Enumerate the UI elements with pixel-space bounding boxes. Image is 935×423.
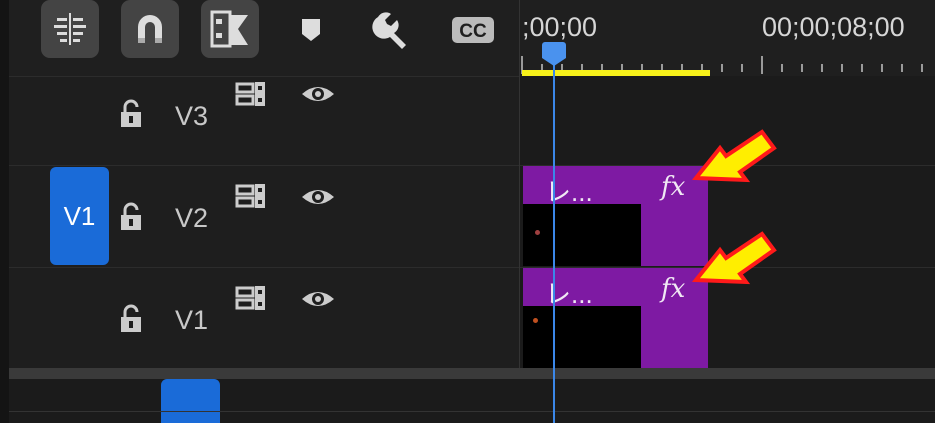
- fx-badge[interactable]: fx: [661, 172, 685, 202]
- source-patch-v1[interactable]: V1: [50, 167, 109, 265]
- toggle-track-output-eye-icon[interactable]: [300, 186, 336, 208]
- panel-left-edge: [0, 0, 9, 423]
- sync-lock-icon[interactable]: [235, 81, 269, 107]
- lock-track-icon[interactable]: [119, 304, 143, 334]
- track-header-v3[interactable]: V3: [9, 76, 520, 166]
- clip-thumbnail: [523, 204, 641, 266]
- clip-thumbnail: [523, 306, 641, 368]
- track-label: V1: [175, 305, 209, 335]
- snap-button[interactable]: [121, 0, 179, 58]
- linked-selection-button[interactable]: [201, 0, 259, 58]
- playhead-line[interactable]: [553, 65, 555, 423]
- timeline-settings-wrench-icon: [372, 12, 406, 49]
- source-patch-audio[interactable]: [161, 379, 220, 423]
- timeline-toolbar: CC: [9, 0, 520, 76]
- lock-track-icon[interactable]: [119, 202, 143, 232]
- time-ruler[interactable]: ;00;00 00;00;08;00: [520, 0, 935, 76]
- captions-button[interactable]: CC: [451, 10, 495, 50]
- track-header-v1[interactable]: V1: [9, 267, 520, 369]
- timeline-tracks-area[interactable]: レ... fx レ... fx: [520, 76, 935, 376]
- add-marker-icon: [302, 19, 320, 41]
- track-separator: [9, 411, 935, 412]
- annotation-arrow-icon: [691, 129, 777, 183]
- fx-badge[interactable]: fx: [661, 274, 685, 304]
- track-resize-bar[interactable]: [9, 368, 935, 379]
- cc-label: CC: [459, 21, 487, 42]
- source-patch-label: V1: [63, 200, 96, 231]
- snap-magnet-icon: [138, 15, 162, 43]
- captions-cc-icon: CC: [452, 17, 494, 43]
- track-label: V3: [175, 101, 209, 131]
- clip-v1[interactable]: レ... fx: [523, 268, 708, 368]
- timecode-start: ;00;00: [522, 12, 598, 42]
- add-marker-button[interactable]: [297, 10, 325, 50]
- audio-track-area: [9, 379, 935, 423]
- linked-selection-icon: [210, 10, 248, 48]
- sync-lock-icon[interactable]: [235, 183, 269, 209]
- toggle-track-output-eye-icon[interactable]: [300, 288, 336, 310]
- track-header-v2[interactable]: V1 V2: [9, 165, 520, 268]
- track-label: V2: [175, 203, 209, 233]
- clip-v2[interactable]: レ... fx: [523, 166, 708, 266]
- timecode-mid: 00;00;08;00: [762, 12, 905, 42]
- annotation-arrow-icon: [691, 231, 777, 285]
- insert-overwrite-button[interactable]: [41, 0, 99, 58]
- toggle-track-output-eye-icon[interactable]: [300, 83, 336, 105]
- insert-and-overwrite-sequences-icon: [54, 13, 86, 45]
- timeline-settings-button[interactable]: [370, 10, 414, 50]
- playhead-handle[interactable]: [541, 42, 567, 66]
- sync-lock-icon[interactable]: [235, 285, 269, 311]
- lock-track-icon[interactable]: [119, 99, 143, 129]
